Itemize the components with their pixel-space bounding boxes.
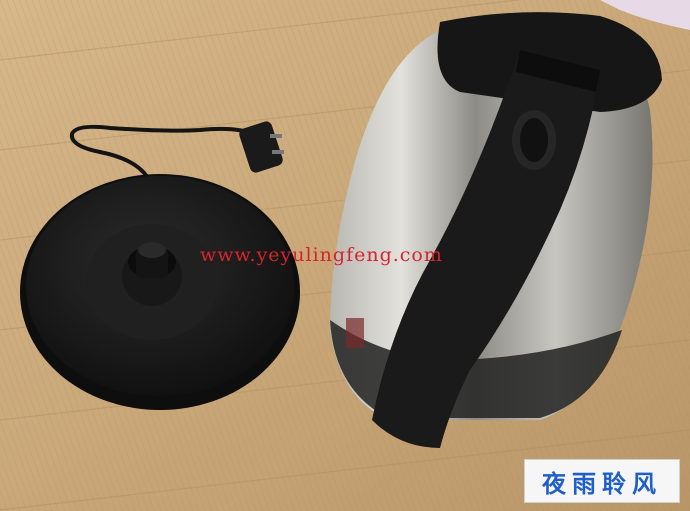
brand-logo: 夜雨聆风 (524, 459, 680, 503)
watermark-url: www.yeyulingfeng.com (200, 244, 443, 266)
photo-scene: www.yeyulingfeng.com 夜雨聆风 (0, 0, 690, 511)
kettle-base (20, 174, 300, 410)
